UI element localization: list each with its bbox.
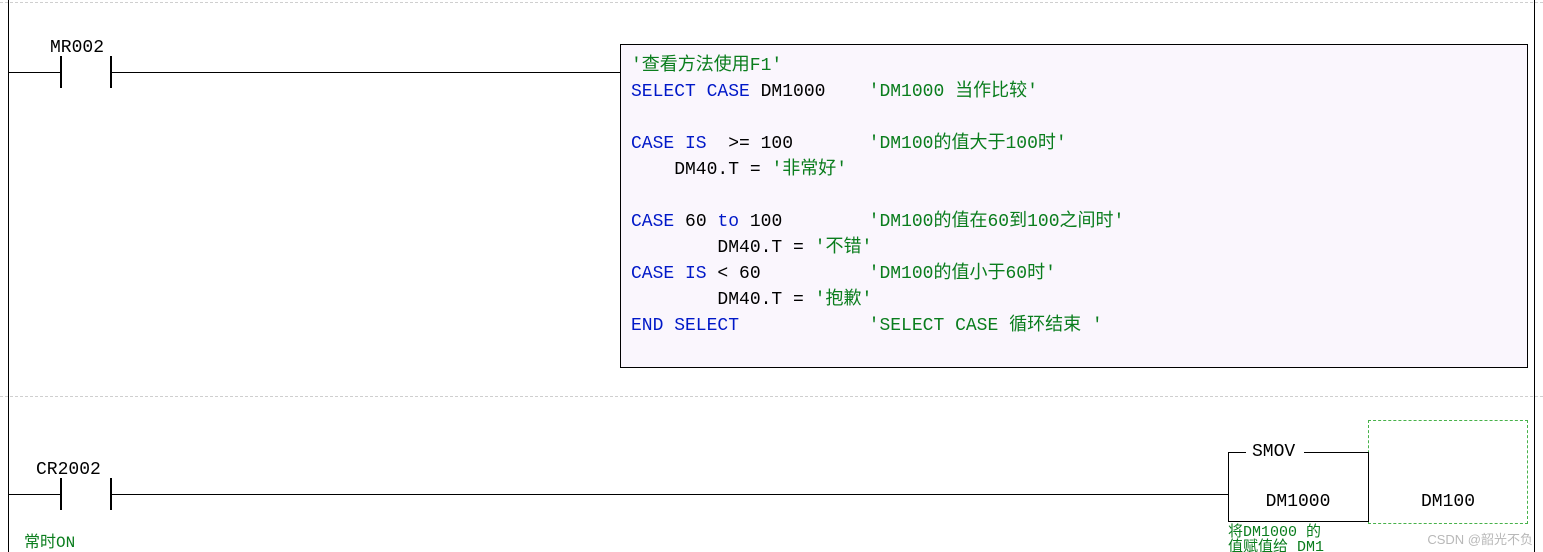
contact-note: 常时ON [24, 528, 75, 552]
string: '不错' [815, 238, 873, 258]
code-text: DM1000 [750, 82, 869, 102]
wire [112, 72, 620, 73]
code-text: < 60 [707, 264, 869, 284]
keyword: CASE IS [631, 264, 707, 284]
contact-label: CR2002 [36, 460, 101, 480]
wire [8, 494, 60, 495]
left-power-rail [8, 0, 9, 552]
keyword: SELECT CASE [631, 82, 750, 102]
string: '抱歉' [815, 290, 873, 310]
code-text: 100 [739, 212, 869, 232]
func-frame [1228, 452, 1246, 453]
func-param: DM100 [1368, 492, 1528, 512]
comment: 'DM1000 当作比较' [869, 82, 1038, 102]
watermark: CSDN @韶光不负 [1427, 529, 1533, 548]
keyword: to [717, 212, 739, 232]
contact-no[interactable] [60, 56, 112, 88]
func-frame [1228, 521, 1368, 522]
code-text [739, 316, 869, 336]
func-frame [1304, 452, 1368, 453]
code-text: 60 [674, 212, 717, 232]
script-block[interactable]: '查看方法使用F1' SELECT CASE DM1000 'DM1000 当作… [620, 44, 1528, 368]
wire [112, 494, 1228, 495]
comment: 'DM100的值大于100时' [869, 134, 1067, 154]
keyword: CASE IS [631, 134, 707, 154]
comment: 'SELECT CASE 循环结束 ' [869, 316, 1103, 336]
comment: 'DM100的值小于60时' [869, 264, 1056, 284]
wire [8, 72, 60, 73]
contact-no[interactable] [60, 478, 112, 510]
func-title: SMOV [1250, 442, 1297, 462]
code-text: >= 100 [707, 134, 869, 154]
func-param: DM1000 [1228, 492, 1368, 512]
ladder-canvas: MR002 '查看方法使用F1' SELECT CASE DM1000 'DM1… [0, 0, 1543, 552]
grid-line [0, 2, 1543, 3]
code-text: DM40.T = [631, 160, 771, 180]
string: '非常好' [771, 160, 847, 180]
keyword: CASE [631, 212, 674, 232]
code-text: DM40.T = [631, 238, 815, 258]
code-text: DM40.T = [631, 290, 815, 310]
function-block[interactable]: SMOV DM1000 DM100 [1228, 442, 1528, 522]
grid-line [0, 396, 1543, 397]
comment: 'DM100的值在60到100之间时' [869, 212, 1125, 232]
contact-label: MR002 [50, 38, 104, 58]
right-power-rail [1534, 0, 1535, 552]
comment: '查看方法使用F1' [631, 56, 782, 76]
keyword: END SELECT [631, 316, 739, 336]
